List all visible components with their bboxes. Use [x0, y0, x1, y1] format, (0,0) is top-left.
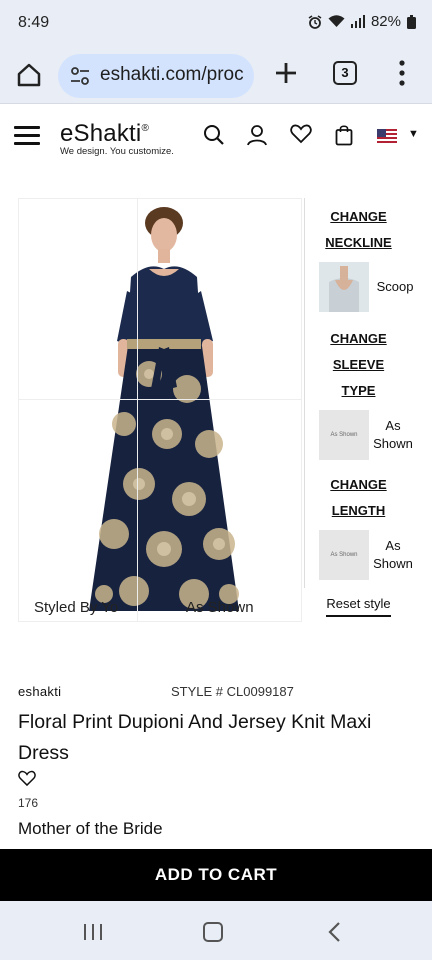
sleeve-thumbnail: As Shown — [319, 410, 369, 460]
length-value-1: As — [385, 538, 401, 553]
logo-tagline: We design. You customize. — [60, 146, 174, 157]
neckline-value: Scoop — [376, 279, 414, 294]
product-image[interactable]: Styled By Yo As Shown — [18, 198, 302, 622]
sleeve-value-2: Shown — [373, 436, 413, 451]
recent-apps-icon[interactable] — [82, 923, 104, 941]
brand-name: eshakti — [18, 684, 62, 699]
neckline-thumbnail — [319, 262, 369, 312]
wishlist-icon[interactable] — [290, 124, 312, 144]
account-icon[interactable] — [246, 124, 268, 146]
as-shown-text: As Shown — [186, 599, 254, 616]
length-option[interactable]: As Shown As Shown — [305, 528, 415, 588]
system-nav-bar — [0, 901, 432, 960]
status-bar: 8:49 82% — [0, 0, 432, 48]
favorite-count: 176 — [18, 796, 39, 810]
caret-down-icon[interactable]: ▼ — [408, 128, 419, 140]
tabs-icon[interactable]: 3 — [333, 61, 357, 85]
customize-panel: CHANGE NECKLINE Scoop CHANGE SLEEVE TYPE… — [304, 198, 415, 617]
status-icons: 82% — [308, 13, 416, 30]
site-header: eShakti® We design. You customize. ▼ — [0, 104, 432, 170]
battery-icon — [407, 14, 416, 29]
logo-text: eShakti — [60, 120, 142, 147]
cart-icon[interactable] — [335, 124, 353, 146]
home-nav-icon[interactable] — [203, 922, 223, 942]
url-text: eshakti.com/proc — [100, 64, 244, 85]
battery-percent: 82% — [370, 13, 401, 30]
signal-icon — [350, 15, 365, 28]
status-time: 8:49 — [18, 14, 50, 31]
neckline-option[interactable]: Scoop — [305, 260, 414, 320]
back-icon[interactable] — [327, 921, 341, 943]
length-value: As Shown — [371, 528, 415, 582]
alarm-icon — [308, 14, 322, 29]
product-gallery: Styled By Yo As Shown CHANGE NECKLINE Sc… — [18, 196, 414, 624]
wifi-icon — [328, 15, 345, 27]
new-tab-icon[interactable] — [272, 59, 300, 87]
sleeve-option[interactable]: As Shown As Shown — [305, 408, 415, 468]
product-category[interactable]: Mother of the Bride — [18, 819, 163, 839]
menu-icon[interactable] — [14, 126, 40, 146]
scoop-neck-icon — [319, 262, 369, 312]
us-flag-icon[interactable] — [377, 129, 397, 143]
length-thumbnail: As Shown — [319, 530, 369, 580]
favorite-icon[interactable] — [18, 770, 36, 787]
address-bar[interactable]: eshakti.com/proc — [58, 54, 254, 98]
change-length-link[interactable]: CHANGE LENGTH — [305, 472, 412, 524]
change-neckline-link[interactable]: CHANGE — [305, 204, 412, 230]
search-icon[interactable] — [203, 124, 225, 146]
length-value-2: Shown — [373, 556, 413, 571]
styled-by-text: Styled By Yo — [34, 599, 119, 616]
browser-toolbar: eshakti.com/proc 3 — [0, 48, 432, 104]
product-title: Floral Print Dupioni And Jersey Knit Max… — [18, 711, 372, 764]
reset-style-button[interactable]: Reset style — [326, 596, 391, 617]
logo-mark: ® — [141, 123, 150, 134]
eshakti-logo[interactable]: eShakti® We design. You customize. — [60, 120, 184, 157]
add-to-cart-button[interactable]: ADD TO CART — [0, 849, 432, 901]
change-sleeve-link[interactable]: CHANGE SLEEVE — [305, 326, 412, 378]
style-number: STYLE # CL0099187 — [171, 684, 294, 699]
change-sleeve-link-2[interactable]: TYPE — [305, 378, 412, 404]
more-vert-icon[interactable] — [396, 58, 408, 88]
sleeve-value: As Shown — [371, 408, 415, 462]
sleeve-value-1: As — [385, 418, 401, 433]
change-neckline-link-2[interactable]: NECKLINE — [305, 230, 412, 256]
dress-model-image — [89, 207, 239, 611]
site-settings-icon[interactable] — [70, 66, 90, 86]
styled-by-label: Styled By Yo As Shown — [34, 599, 254, 616]
home-icon[interactable] — [14, 60, 44, 90]
